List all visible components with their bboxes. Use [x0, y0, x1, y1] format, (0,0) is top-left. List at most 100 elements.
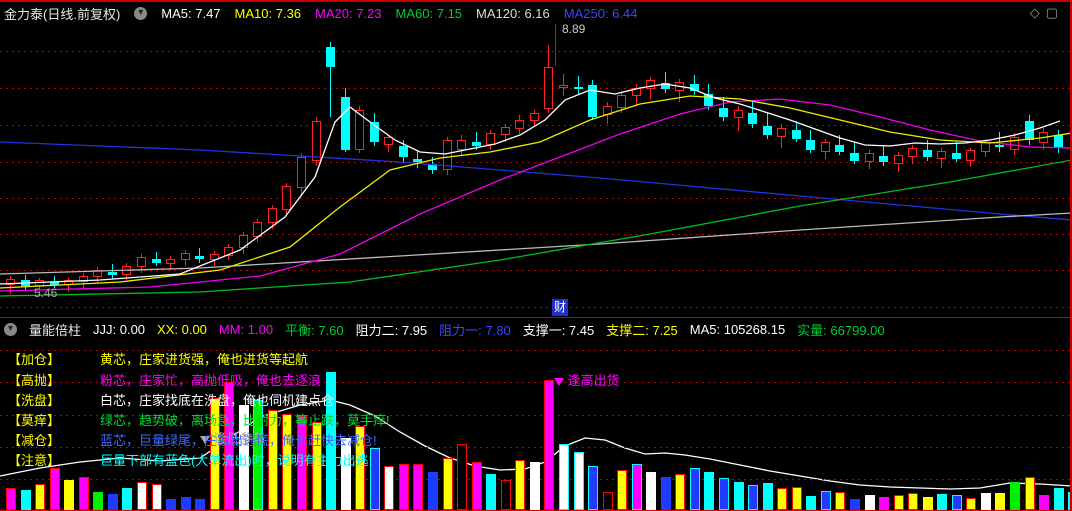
- row-text-add: 黄芯，庄家进货强，俺也进货等起航: [100, 352, 309, 367]
- candle-body: [107, 271, 117, 275]
- volume-bar: [195, 499, 206, 510]
- volume-bar: [748, 485, 759, 510]
- candle-body: [893, 154, 903, 165]
- volume-bar: [544, 380, 555, 510]
- candle-body: [355, 109, 365, 150]
- volume-bar: [849, 499, 860, 510]
- candle-body: [675, 81, 685, 91]
- ma10-legend: MA10: 7.36: [234, 5, 302, 21]
- candle-body: [471, 142, 481, 147]
- candle-body: [879, 156, 888, 163]
- field-xx: XX: 0.00: [157, 321, 207, 337]
- volume-bar: [166, 499, 177, 510]
- candle-body: [966, 149, 976, 161]
- grid-dotted-line: [0, 88, 1070, 89]
- volume-bar: [1039, 495, 1049, 510]
- stock-title: 金力泰(日线.前复权): [4, 6, 121, 22]
- ma250-legend: MA250: 6.44: [563, 5, 638, 21]
- volume-bar: [922, 497, 933, 510]
- volume-bar: [617, 470, 628, 510]
- candle-body: [78, 276, 88, 282]
- volume-bar: [1053, 488, 1064, 510]
- volume-bar: [486, 474, 497, 510]
- diamond-icon[interactable]: ◇: [1030, 5, 1046, 20]
- volume-bar: [762, 483, 773, 510]
- grid-dotted-line: [0, 307, 1070, 308]
- candle-body: [180, 252, 190, 260]
- volume-bar: [398, 464, 409, 510]
- volume-bar: [602, 492, 613, 510]
- volume-bar: [573, 452, 584, 510]
- candle-body: [617, 95, 627, 109]
- grid-dotted-line: [0, 198, 1070, 199]
- row-label-sellhigh: 【高抛】: [8, 373, 61, 388]
- volume-bar: [137, 482, 147, 510]
- volume-bar: [806, 496, 817, 510]
- volume-bar: [457, 444, 468, 510]
- candle-body: [442, 140, 452, 171]
- row-text-reduce: 蓝芯，巨量绿尾，庄家出逃慌，俺也赶快去减仓!: [100, 433, 377, 448]
- candle-body: [544, 67, 554, 109]
- candle-body: [791, 130, 801, 139]
- row-label-washout: 【洗盘】: [8, 393, 61, 408]
- candle-body: [631, 87, 641, 97]
- candle-body: [820, 142, 830, 152]
- candle-body: [908, 147, 918, 158]
- wealth-flag-badge[interactable]: 财: [552, 299, 568, 316]
- volume-bar: [442, 458, 453, 510]
- volume-bar: [515, 460, 526, 510]
- candle-wick: [475, 131, 477, 150]
- field-sup2: 支撑二: 7.25: [606, 322, 678, 338]
- row-label-notice: 【注意】: [8, 453, 61, 468]
- grid-dotted-line: [0, 270, 1070, 271]
- volume-bar: [20, 490, 31, 510]
- candle-body: [297, 157, 306, 189]
- volume-bar: [558, 444, 569, 510]
- grid-dotted-line: [0, 125, 1070, 126]
- panel-separator: [0, 317, 1070, 318]
- field-balance: 平衡: 7.60: [285, 322, 344, 338]
- candle-body: [995, 144, 1005, 148]
- candle-body: [748, 113, 758, 125]
- candle-body: [529, 112, 539, 122]
- grid-dotted-line: [0, 51, 1070, 52]
- volume-bar: [1068, 492, 1070, 510]
- volume-bar: [980, 493, 991, 510]
- stock-chart-window: 金力泰(日线.前复权) ▾ MA5: 7.47 MA10: 7.36 MA20:…: [0, 0, 1072, 511]
- volume-bar: [64, 480, 75, 510]
- indicator-name: 量能倍柱: [29, 322, 82, 338]
- candle-body: [166, 258, 176, 265]
- row-label-reduce: 【减仓】: [8, 433, 61, 448]
- volume-bar: [864, 495, 875, 510]
- volume-bar: [384, 466, 395, 510]
- volume-bar: [675, 474, 686, 510]
- candle-body: [689, 84, 699, 92]
- candle-body: [93, 270, 103, 278]
- row-label-wait: 【莫痒】: [8, 413, 61, 428]
- volume-bar: [180, 497, 191, 510]
- row-text-notice: 巨量下部有蓝色(大单流出)时，说明有主力出逃!: [100, 453, 373, 468]
- candle-body: [980, 142, 990, 152]
- field-jjj: JJJ: 0.00: [93, 321, 146, 337]
- candle-body: [428, 164, 437, 171]
- ma120-legend: MA120: 6.16: [476, 5, 550, 21]
- candle-body: [951, 153, 961, 160]
- candle-body: [762, 125, 772, 136]
- candle-body: [777, 127, 787, 138]
- volume-bar: [93, 492, 104, 510]
- candle-wick: [577, 76, 579, 95]
- candle-body: [64, 280, 74, 285]
- candle-body: [806, 140, 816, 150]
- field-mm: MM: 1.00: [218, 321, 274, 337]
- volume-bar: [835, 492, 846, 510]
- chevron-down-icon[interactable]: ▾: [4, 322, 17, 336]
- sell-marker: 逢高出货: [554, 370, 620, 389]
- volume-bar: [107, 494, 118, 510]
- volume-bar: [1010, 482, 1020, 510]
- square-icon[interactable]: ▢: [1046, 5, 1064, 20]
- volume-bar: [631, 464, 642, 510]
- chevron-down-icon[interactable]: ▾: [134, 6, 148, 20]
- candle-body: [486, 133, 496, 145]
- candle-body: [384, 137, 394, 145]
- high-price-label: 8.89: [562, 22, 586, 36]
